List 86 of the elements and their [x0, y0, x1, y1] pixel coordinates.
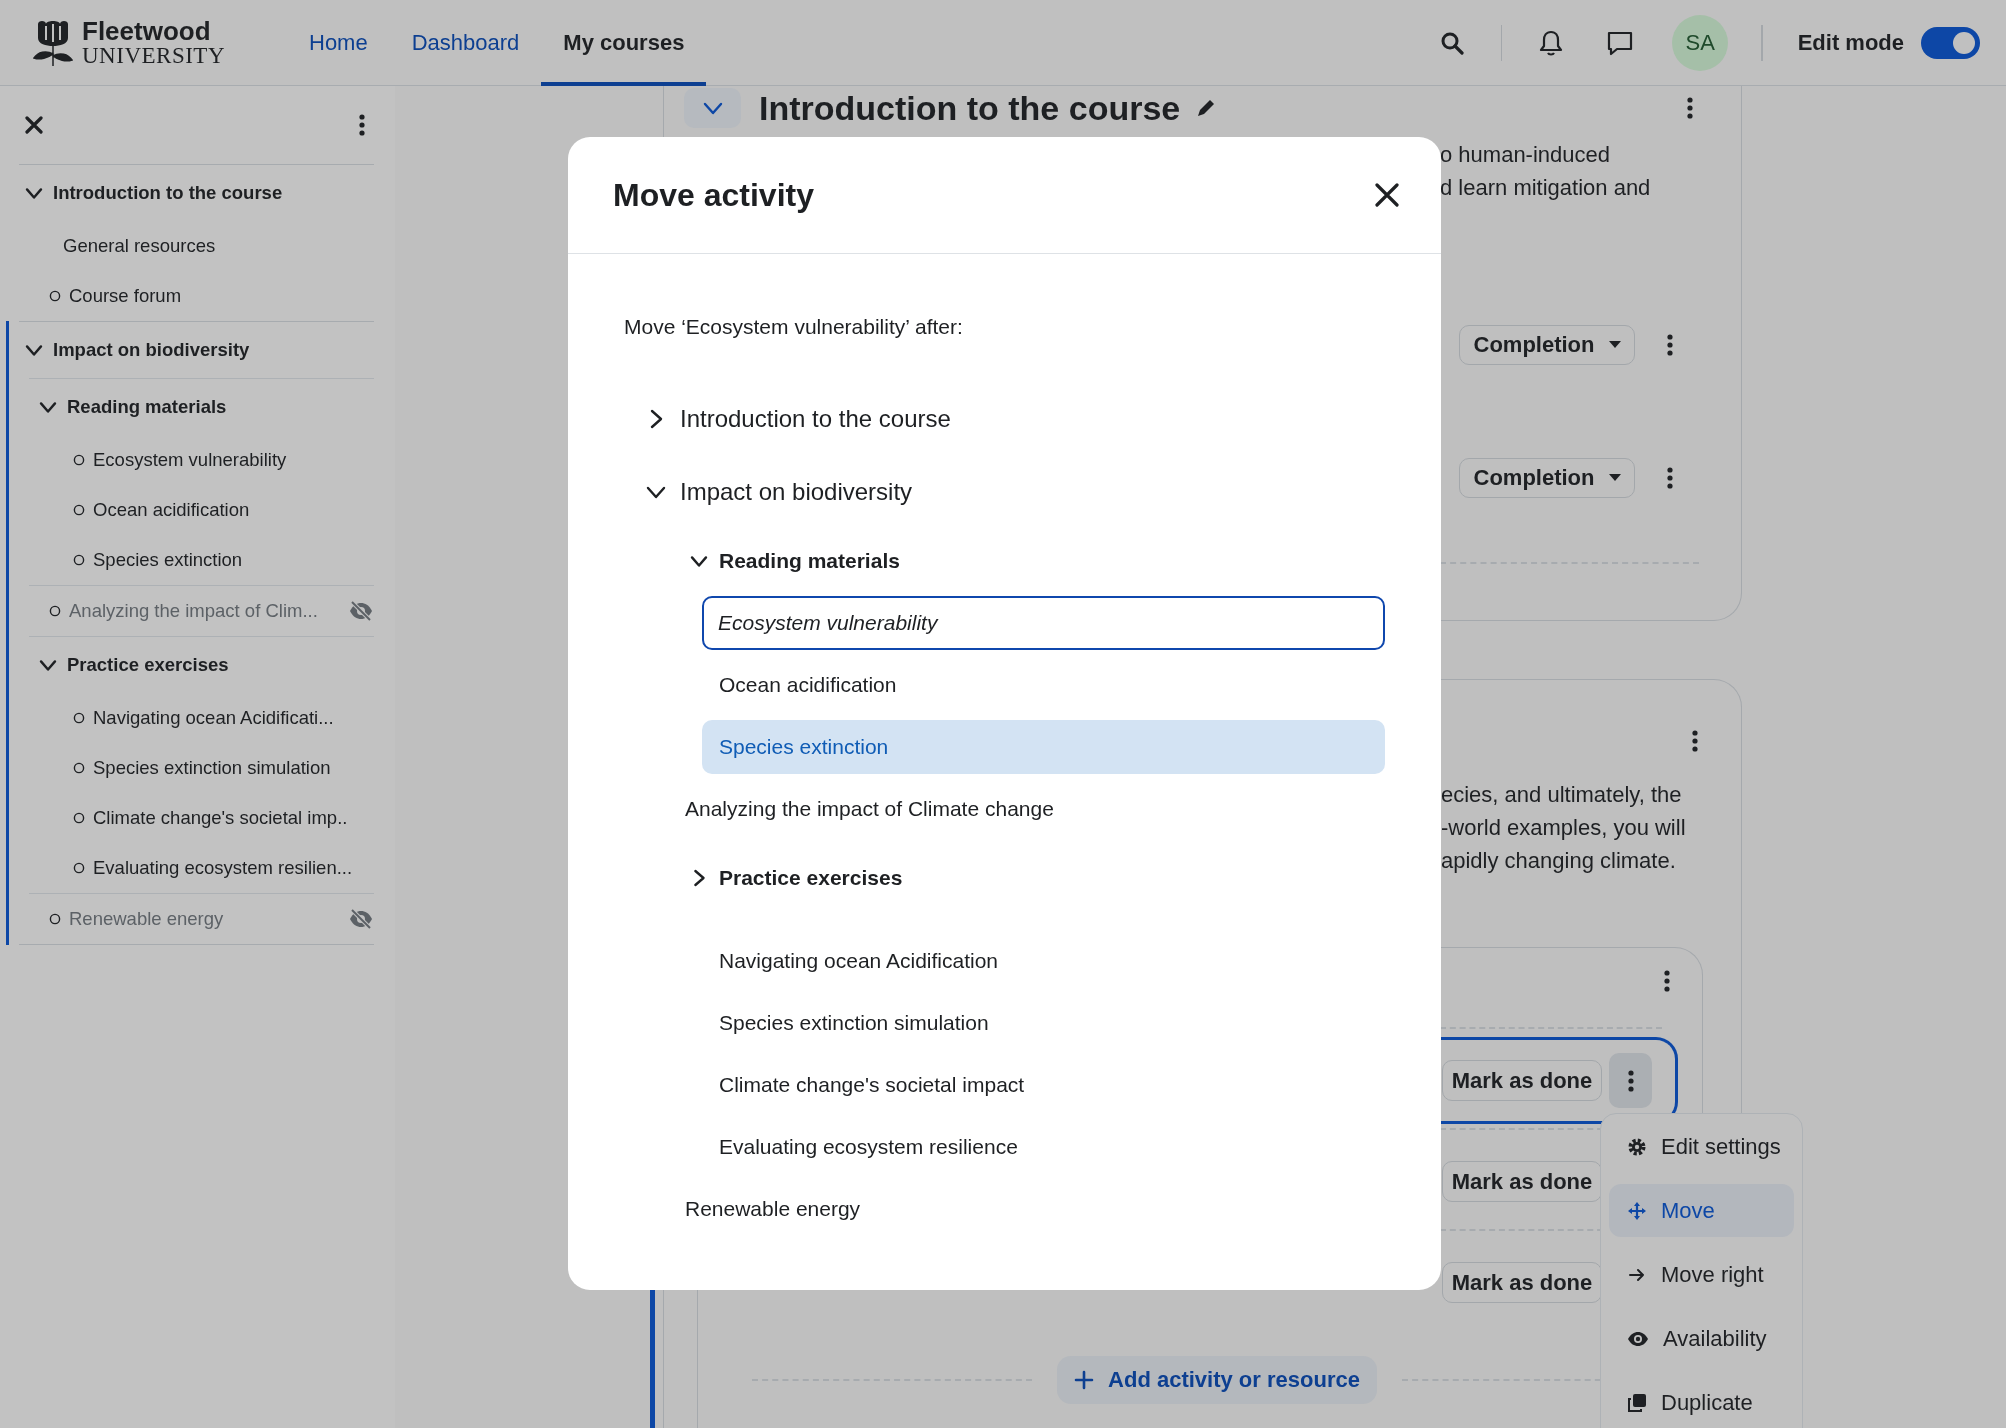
index-subsection-title[interactable]: Practice exercises: [67, 654, 374, 676]
circle-icon: [73, 762, 85, 774]
index-item[interactable]: Ocean acidification: [93, 499, 374, 521]
kebab-menu-icon[interactable]: [1667, 467, 1673, 489]
collapse-button[interactable]: [684, 88, 741, 128]
index-subsection-title[interactable]: Reading materials: [67, 396, 374, 418]
eye-slash-icon: [348, 600, 374, 622]
destination-item[interactable]: Ecosystem vulnerability: [702, 596, 1385, 650]
search-icon[interactable]: [1439, 30, 1464, 55]
section-description: d learn mitigation and: [1440, 174, 1652, 202]
eye-slash-icon: [348, 908, 374, 930]
kebab-menu-icon[interactable]: [1692, 730, 1698, 752]
destination-item[interactable]: Evaluating ecosystem resilience: [702, 1120, 1385, 1174]
move-arrows-icon: [1627, 1200, 1647, 1221]
close-icon[interactable]: [25, 116, 43, 134]
subsection-option[interactable]: Practice exercises: [719, 866, 903, 890]
activity-actions-button[interactable]: [1609, 1053, 1652, 1108]
circle-icon: [73, 812, 85, 824]
index-section-title[interactable]: Impact on biodiversity: [53, 339, 374, 361]
destination-item[interactable]: Analyzing the impact of Climate change: [668, 782, 1385, 836]
mark-as-done-button[interactable]: Mark as done: [1442, 1060, 1602, 1101]
completion-dropdown[interactable]: Completion: [1459, 325, 1635, 365]
circle-icon: [73, 862, 85, 874]
edit-mode-label: Edit mode: [1797, 29, 1904, 56]
menu-item[interactable]: Duplicate: [1609, 1376, 1794, 1428]
destination-item[interactable]: Climate change's societal impact: [702, 1058, 1385, 1112]
menu-item[interactable]: Availability: [1609, 1312, 1794, 1365]
subsection-option[interactable]: Reading materials: [719, 549, 900, 573]
circle-icon: [73, 712, 85, 724]
destination-item[interactable]: Renewable energy: [668, 1182, 1385, 1236]
kebab-menu-icon[interactable]: [1664, 970, 1670, 992]
kebab-menu-icon[interactable]: [1687, 97, 1693, 119]
section-description: apidly changing climate.: [1441, 847, 1677, 875]
index-item[interactable]: Ecosystem vulnerability: [93, 449, 374, 471]
caret-icon: [1608, 341, 1621, 349]
caret-icon: [1608, 474, 1621, 482]
kebab-menu-icon: [1627, 1069, 1634, 1092]
index-item[interactable]: Species extinction simulation: [93, 757, 374, 779]
index-item[interactable]: Climate change's societal imp..: [93, 807, 374, 829]
logo-subtitle: UNIVERSITY: [82, 44, 225, 67]
kebab-menu-icon[interactable]: [1667, 334, 1673, 356]
circle-icon: [49, 605, 61, 617]
index-item[interactable]: Renewable energy: [69, 908, 340, 930]
section-option[interactable]: Impact on biodiversity: [680, 478, 913, 506]
menu-item[interactable]: Move right: [1609, 1248, 1794, 1301]
circle-icon: [73, 454, 85, 466]
index-item[interactable]: Navigating ocean Acidificati...: [93, 707, 374, 729]
nav-link[interactable]: Home: [287, 0, 390, 86]
section-description: o human-induced: [1440, 141, 1611, 169]
index-item[interactable]: Course forum: [69, 285, 374, 307]
dialog-prompt: Move ‘Ecosystem vulnerability’ after:: [624, 314, 964, 340]
edit-mode-toggle[interactable]: [1921, 26, 1980, 59]
section-description: -world examples, you will: [1441, 814, 1687, 842]
add-activity-button[interactable]: Add activity or resource: [1057, 1356, 1377, 1404]
index-item[interactable]: Analyzing the impact of Clim...: [69, 600, 340, 622]
section-description: ecies, and ultimately, the: [1441, 781, 1683, 809]
destination-item[interactable]: Species extinction simulation: [702, 996, 1385, 1050]
circle-icon: [49, 913, 61, 925]
circle-icon: [73, 554, 85, 566]
menu-item[interactable]: Move: [1609, 1184, 1794, 1237]
nav-link[interactable]: My courses: [541, 0, 707, 86]
destination-item[interactable]: Ocean acidification: [702, 658, 1385, 712]
duplicate-icon: [1627, 1392, 1647, 1413]
bell-icon[interactable]: [1539, 28, 1564, 57]
completion-dropdown[interactable]: Completion: [1459, 458, 1635, 498]
close-icon[interactable]: [1375, 183, 1399, 207]
kebab-menu-icon[interactable]: [359, 114, 365, 136]
destination-item[interactable]: Navigating ocean Acidification: [702, 934, 1385, 988]
eye-icon: [1627, 1330, 1649, 1347]
nav-link[interactable]: Dashboard: [389, 0, 542, 86]
dialog-title: Move activity: [613, 176, 814, 214]
plus-icon: [1074, 1370, 1095, 1390]
destination-item[interactable]: Species extinction: [702, 720, 1385, 774]
index-item[interactable]: Species extinction: [93, 549, 374, 571]
section-title: Introduction to the course: [759, 88, 1181, 128]
circle-icon: [49, 290, 61, 302]
chat-bubble-icon[interactable]: [1606, 29, 1635, 56]
index-section-title[interactable]: Introduction to the course: [53, 182, 374, 204]
index-item[interactable]: Evaluating ecosystem resilien...: [93, 857, 374, 879]
gear-icon: [1627, 1136, 1647, 1157]
user-avatar[interactable]: SA: [1672, 14, 1729, 71]
logo-name: Fleetwood: [82, 18, 212, 44]
index-item[interactable]: General resources: [63, 235, 374, 257]
menu-item[interactable]: Edit settings: [1609, 1120, 1794, 1173]
section-option[interactable]: Introduction to the course: [680, 405, 951, 433]
circle-icon: [73, 504, 85, 516]
